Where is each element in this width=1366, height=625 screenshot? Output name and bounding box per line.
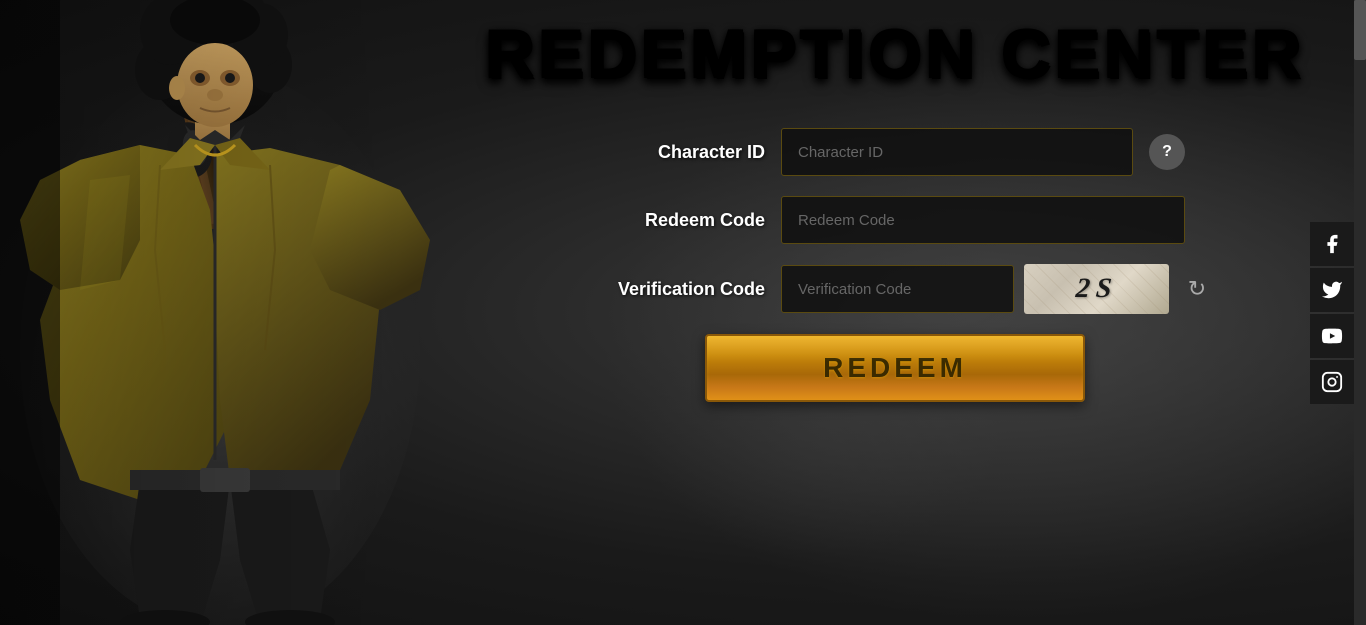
- twitter-button[interactable]: [1310, 268, 1354, 312]
- title-area: REDEMPTION CENTER: [480, 20, 1310, 88]
- captcha-text: 2S: [1074, 273, 1118, 305]
- scrollbar-thumb[interactable]: [1354, 0, 1366, 60]
- redeem-button-area: REDEEM: [705, 334, 1085, 402]
- character-id-input[interactable]: [781, 128, 1133, 176]
- redeem-code-label: Redeem Code: [605, 210, 765, 231]
- verification-code-input[interactable]: [781, 265, 1014, 313]
- social-sidebar: [1310, 222, 1354, 404]
- redeem-code-row: Redeem Code: [605, 196, 1185, 244]
- refresh-captcha-button[interactable]: ↻: [1179, 271, 1215, 307]
- captcha-image: 2S: [1024, 264, 1169, 314]
- youtube-button[interactable]: [1310, 314, 1354, 358]
- verification-code-label: Verification Code: [605, 279, 765, 300]
- help-button[interactable]: ?: [1149, 134, 1185, 170]
- instagram-button[interactable]: [1310, 360, 1354, 404]
- character-area: [0, 0, 480, 625]
- main-content: REDEMPTION CENTER Character ID ? Redeem …: [480, 0, 1310, 625]
- facebook-button[interactable]: [1310, 222, 1354, 266]
- scrollbar[interactable]: [1354, 0, 1366, 625]
- redeem-code-input[interactable]: [781, 196, 1185, 244]
- character-illustration: [0, 0, 480, 625]
- redeem-button[interactable]: REDEEM: [705, 334, 1085, 402]
- character-id-row: Character ID ?: [605, 128, 1185, 176]
- verification-inputs: 2S ↻: [781, 264, 1215, 314]
- verification-code-row: Verification Code 2S ↻: [605, 264, 1185, 314]
- form-area: Character ID ? Redeem Code Verification …: [605, 128, 1185, 314]
- character-id-label: Character ID: [605, 142, 765, 163]
- page-title: REDEMPTION CENTER: [480, 20, 1310, 88]
